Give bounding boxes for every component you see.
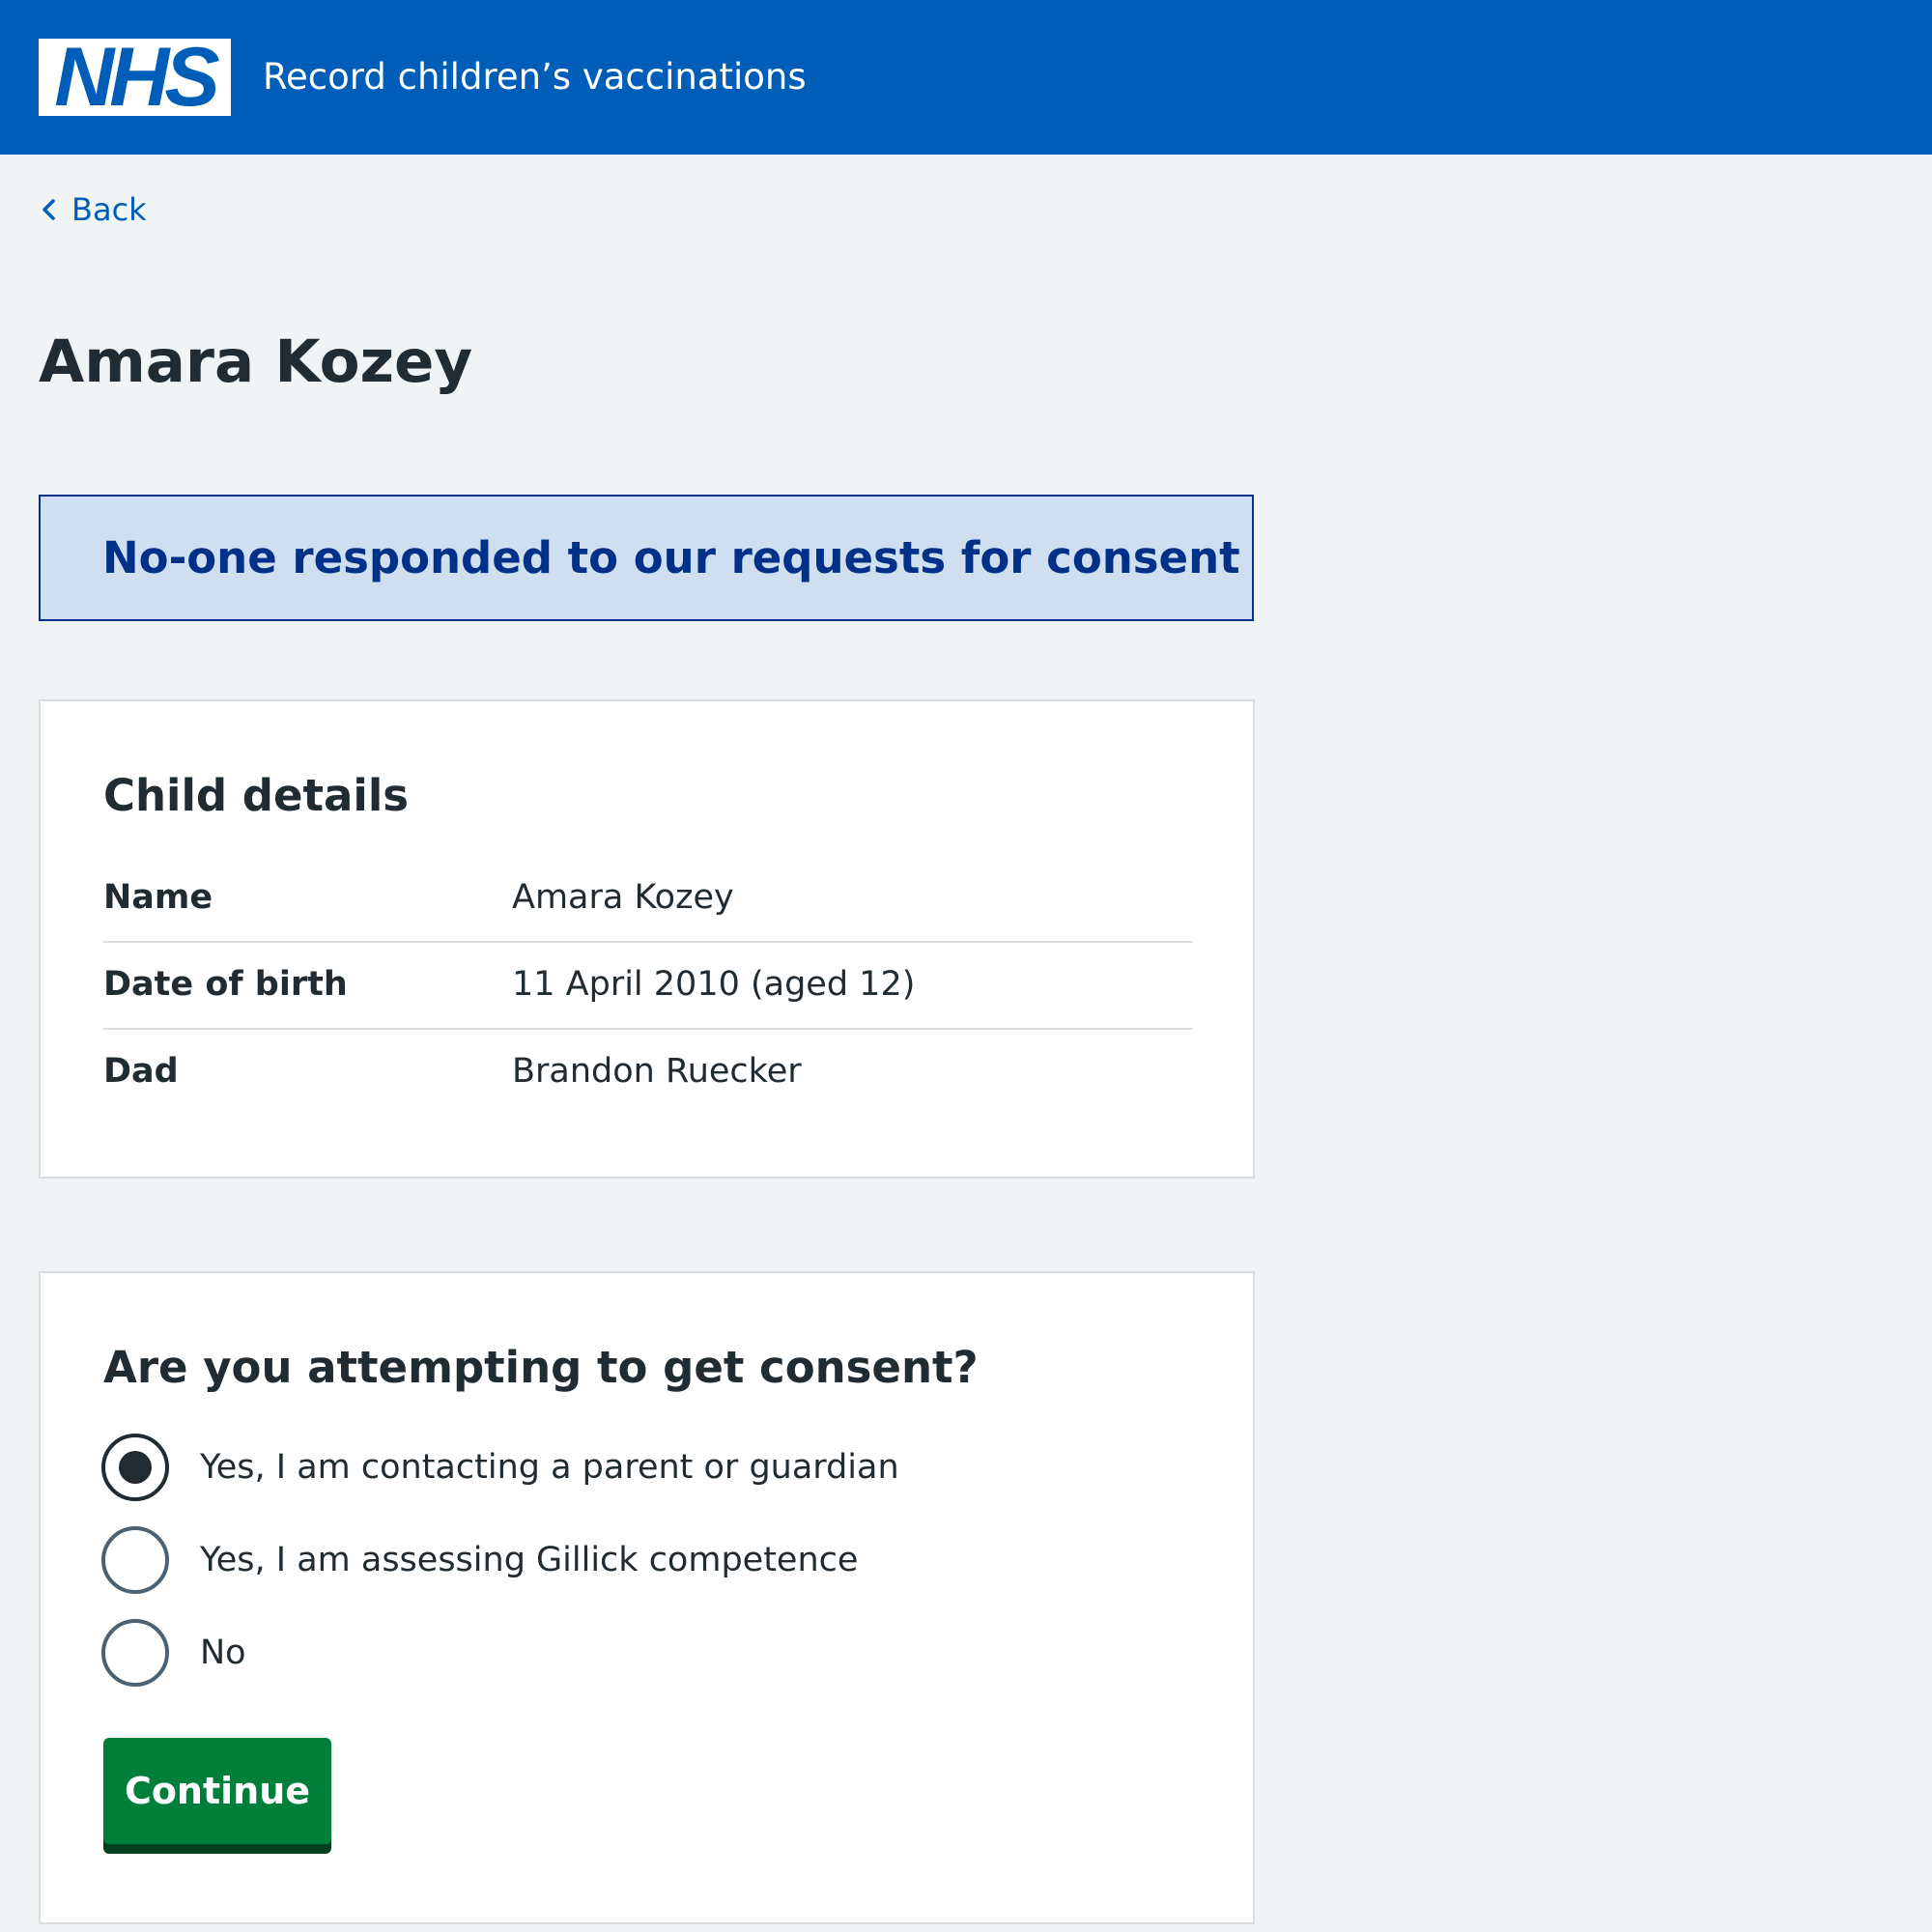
radio-option-gillick-competence[interactable]: Yes, I am assessing Gillick competence <box>101 1520 858 1600</box>
summary-key: Date of birth <box>103 965 348 1004</box>
radio-label[interactable]: Yes, I am contacting a parent or guardia… <box>200 1443 899 1492</box>
summary-row-dad: Dad Brandon Ruecker <box>103 1030 1193 1117</box>
nhs-logo[interactable]: NHS <box>39 31 231 124</box>
radio-label[interactable]: No <box>200 1629 246 1677</box>
summary-key: Name <box>103 878 213 917</box>
summary-key: Dad <box>103 1052 179 1091</box>
consent-notice-text: No-one responded to our requests for con… <box>102 532 1240 583</box>
back-link[interactable]: Back <box>39 186 147 233</box>
radio-selected-dot <box>119 1451 152 1484</box>
consent-question-card: Are you attempting to get consent? Yes, … <box>39 1271 1255 1924</box>
summary-value: 11 April 2010 (aged 12) <box>512 965 916 1004</box>
radio-button[interactable] <box>101 1526 169 1594</box>
radio-button-selected[interactable] <box>101 1434 169 1501</box>
radio-option-contacting-parent[interactable]: Yes, I am contacting a parent or guardia… <box>101 1428 899 1507</box>
summary-row-name: Name Amara Kozey <box>103 856 1193 943</box>
back-link-label: Back <box>71 191 147 228</box>
summary-value: Brandon Ruecker <box>512 1052 802 1091</box>
consent-notice-banner: No-one responded to our requests for con… <box>39 495 1254 621</box>
nhs-logo-text: NHS <box>54 31 220 124</box>
page-title: Amara Kozey <box>39 327 473 396</box>
radio-option-no[interactable]: No <box>101 1613 246 1692</box>
child-details-card: Child details Name Amara Kozey Date of b… <box>39 699 1255 1179</box>
chevron-left-icon <box>43 199 55 220</box>
site-header: NHS Record children’s vaccinations <box>0 0 1932 155</box>
service-name[interactable]: Record children’s vaccinations <box>263 50 807 104</box>
summary-row-date-of-birth: Date of birth 11 April 2010 (aged 12) <box>103 943 1193 1030</box>
consent-question-heading: Are you attempting to get consent? <box>103 1342 979 1393</box>
child-details-heading: Child details <box>103 770 410 821</box>
summary-value: Amara Kozey <box>512 878 734 917</box>
radio-label[interactable]: Yes, I am assessing Gillick competence <box>200 1536 858 1584</box>
radio-button[interactable] <box>101 1619 169 1687</box>
continue-button[interactable]: Continue <box>103 1738 331 1844</box>
